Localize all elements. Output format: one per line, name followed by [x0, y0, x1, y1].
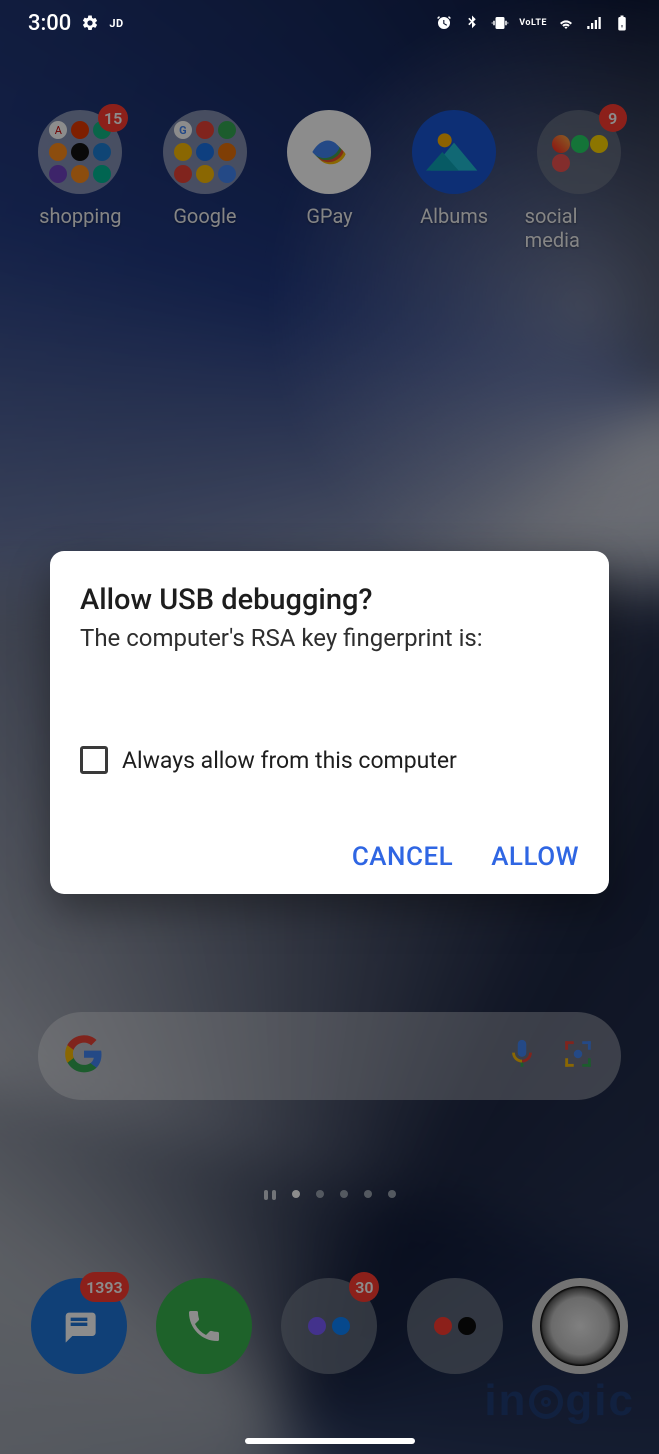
- status-jd: JD: [109, 17, 123, 30]
- signal-icon: [585, 14, 603, 32]
- battery-icon: [613, 14, 631, 32]
- always-allow-checkbox[interactable]: Always allow from this computer: [80, 746, 579, 774]
- cancel-button[interactable]: CANCEL: [352, 842, 453, 872]
- usb-debugging-dialog: Allow USB debugging? The computer's RSA …: [50, 551, 609, 894]
- checkbox-icon: [80, 746, 108, 774]
- status-time: 3:00: [28, 11, 71, 36]
- allow-button[interactable]: ALLOW: [491, 842, 579, 872]
- bluetooth-icon: [463, 14, 481, 32]
- settings-icon: [81, 14, 99, 32]
- status-bar: 3:00 JD VoLTE: [0, 0, 659, 46]
- dialog-message: The computer's RSA key fingerprint is:: [80, 623, 579, 654]
- volte-icon: VoLTE: [519, 18, 547, 28]
- alarm-icon: [435, 14, 453, 32]
- checkbox-label: Always allow from this computer: [122, 747, 457, 774]
- vibrate-icon: [491, 14, 509, 32]
- gesture-nav-pill[interactable]: [245, 1438, 415, 1444]
- dialog-title: Allow USB debugging?: [80, 583, 579, 617]
- dialog-actions: CANCEL ALLOW: [80, 842, 579, 872]
- wifi-icon: [557, 14, 575, 32]
